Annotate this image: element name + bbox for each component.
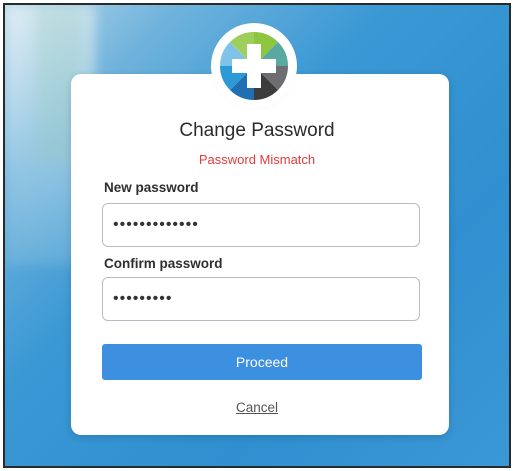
- confirm-password-field[interactable]: [102, 277, 420, 321]
- new-password-field[interactable]: [102, 203, 420, 247]
- cancel-link[interactable]: Cancel: [236, 400, 278, 415]
- new-password-label: New password: [104, 180, 199, 195]
- logo-graphic: [220, 32, 288, 100]
- screen-frame: Change Password Password Mismatch New pa…: [0, 0, 514, 471]
- proceed-button[interactable]: Proceed: [102, 344, 422, 380]
- medical-cross-logo-icon: [211, 23, 297, 109]
- dialog-title: Change Password: [179, 120, 335, 141]
- error-message: Password Mismatch: [198, 152, 316, 167]
- cancel-container: Cancel: [0, 400, 514, 415]
- confirm-password-label: Confirm password: [104, 256, 223, 271]
